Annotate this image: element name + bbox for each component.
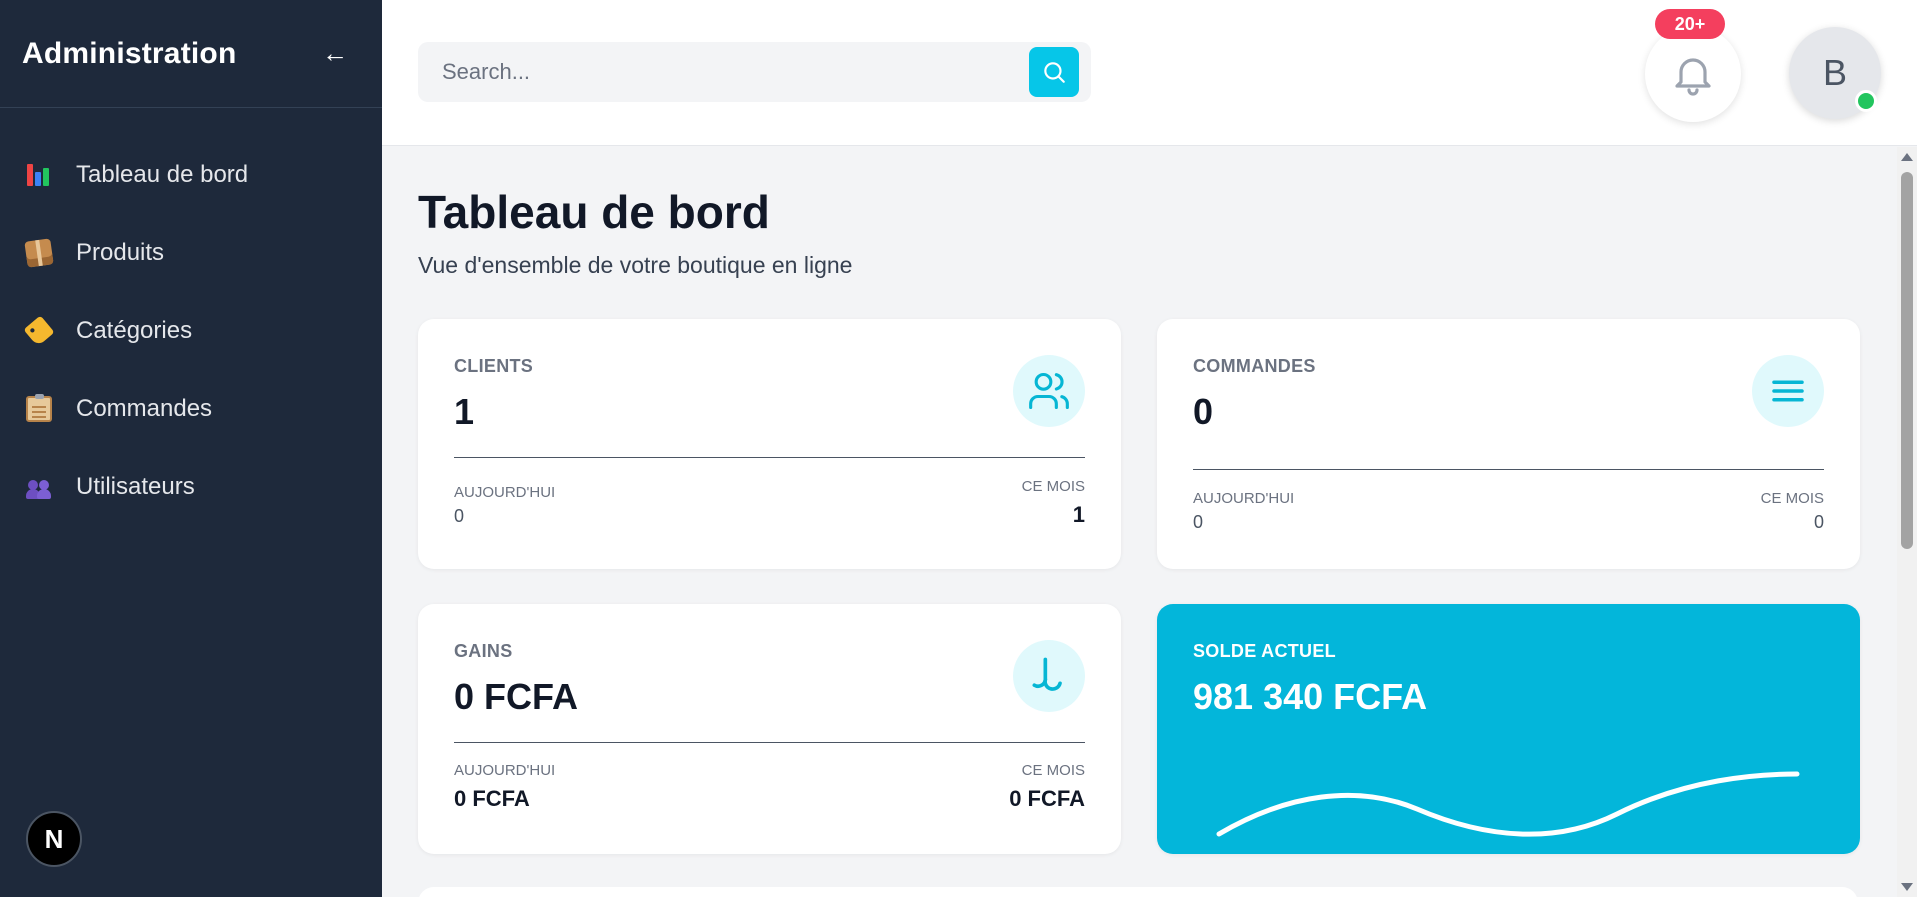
nextjs-badge-button[interactable]: N [26,811,82,867]
collapse-sidebar-button[interactable]: ← [322,38,348,69]
today-label: AUJOURD'HUI [454,762,556,779]
admin-dashboard: Administration ← Tableau de bord Produit… [0,0,1917,897]
month-value: 0 [1813,512,1824,532]
card-value: 1 [454,391,475,432]
card-divider [1193,469,1824,470]
month-label: CE MOIS [1760,490,1824,507]
month-value: 1 [1072,502,1085,527]
sidebar: Administration ← Tableau de bord Produit… [0,0,382,897]
today-label: AUJOURD'HUI [1193,490,1295,507]
search-input[interactable] [418,42,1018,102]
page-subtitle: Vue d'ensemble de votre boutique en lign… [418,252,853,278]
today-value: 0 FCFA [454,786,530,811]
sidebar-item-label: Produits [76,239,165,266]
sidebar-title: Administration [22,36,237,70]
notifications-button[interactable] [1645,26,1741,122]
scroll-down-arrow-icon[interactable] [1901,883,1913,891]
scroll-thumb[interactable] [1901,172,1913,549]
orders-card-icon [1752,355,1824,427]
sidebar-header: Administration ← [0,0,382,108]
sidebar-item-products[interactable]: Produits [0,214,382,292]
users-icon [1029,372,1069,410]
earnings-card: GAINS 0 FCFA AUJOURD'HUI 0 FCFA CE MOIS … [418,604,1121,854]
page-title: Tableau de bord [418,186,770,238]
clipboard-icon [26,394,52,422]
bell-icon [1675,58,1711,96]
search-icon [1044,62,1065,83]
sidebar-item-label: Tableau de bord [76,161,249,188]
online-status-indicator [1855,90,1877,112]
scroll-up-arrow-icon[interactable] [1901,153,1913,161]
main-content: Tableau de bord Vue d'ensemble de votre … [382,147,1897,897]
clients-card: CLIENTS 1 AUJOURD'HUI 0 CE MOIS 1 [418,319,1121,569]
notification-count-badge: 20+ [1655,9,1725,39]
search-bar [418,42,1091,102]
menu-lines-icon [1772,380,1804,402]
card-label: GAINS [454,641,513,661]
clients-card-icon [1013,355,1085,427]
card-value: 0 [1193,391,1214,432]
package-icon [24,238,54,268]
balance-card: SOLDE ACTUEL 981 340 FCFA [1157,604,1860,854]
card-label: CLIENTS [454,356,534,376]
orders-card: COMMANDES 0 AUJOURD'HUI 0 CE MOIS 0 [1157,319,1860,569]
sidebar-item-label: Catégories [76,317,193,344]
today-value: 0 [1193,512,1204,532]
card-divider [454,742,1085,743]
sidebar-item-users[interactable]: Utilisateurs [0,448,382,526]
card-value: 0 FCFA [454,676,579,717]
trend-icon [1032,657,1062,691]
sidebar-item-label: Utilisateurs [76,473,195,500]
sidebar-item-categories[interactable]: Catégories [0,292,382,370]
sidebar-item-dashboard[interactable]: Tableau de bord [0,136,382,214]
card-divider [454,457,1085,458]
topbar: 20+ B [382,0,1917,146]
card-label: COMMANDES [1193,356,1316,376]
month-label: CE MOIS [1021,478,1085,495]
sidebar-nav: Tableau de bord Produits Catégories Comm… [0,136,382,526]
users-icon [26,474,52,500]
today-label: AUJOURD'HUI [454,484,556,501]
month-value: 0 FCFA [1009,786,1085,811]
earnings-card-icon [1013,640,1085,712]
balance-wave-line [1216,771,1800,837]
month-label: CE MOIS [1021,762,1085,779]
today-value: 0 [454,506,465,526]
search-button[interactable] [1029,47,1079,97]
sidebar-item-label: Commandes [76,395,213,422]
bar-chart-icon [26,162,52,188]
next-card-partial [418,887,1858,897]
vertical-scrollbar[interactable] [1897,147,1917,897]
sidebar-item-orders[interactable]: Commandes [0,370,382,448]
tag-icon [23,315,55,347]
